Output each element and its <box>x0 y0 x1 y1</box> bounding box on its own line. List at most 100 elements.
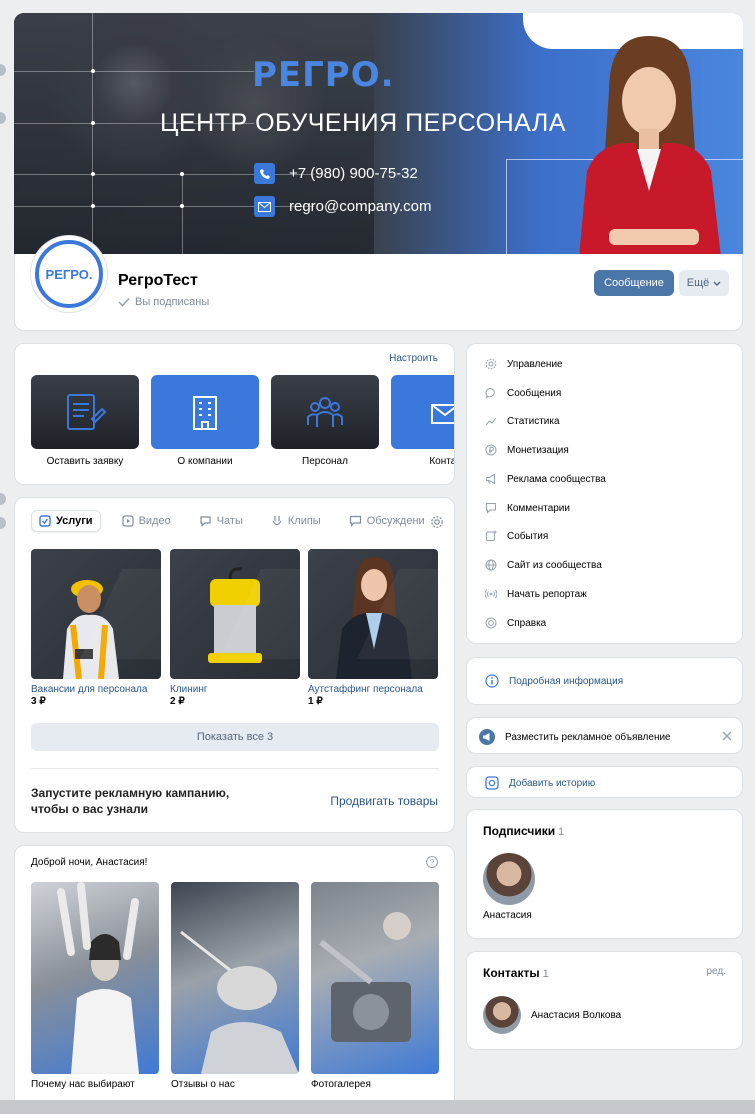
content-tabs: Услуги Видео Чаты Клипы Обсуждени <box>31 510 432 532</box>
contacts-title[interactable]: Контакты 1 <box>483 966 549 980</box>
contacts-count: 1 <box>542 968 549 980</box>
form-icon <box>67 394 107 430</box>
message-button[interactable]: Сообщение <box>594 270 674 296</box>
cover-phone-row: +7 (980) 900-75-32 <box>254 163 418 184</box>
story-label: Отзывы о нас <box>171 1079 235 1090</box>
menu-item-label: Сообщения <box>507 387 562 399</box>
grid-dot <box>91 69 95 73</box>
ad-block: Разместить рекламное объявление <box>466 717 743 754</box>
promote-products-link[interactable]: Продвигать товары <box>330 794 438 808</box>
cover-title: ЦЕНТР ОБУЧЕНИЯ ПЕРСОНАЛА <box>160 109 566 137</box>
megaphone-icon <box>486 473 495 485</box>
edit-contacts-link[interactable]: ред. <box>706 966 726 977</box>
discussion-icon <box>349 515 361 527</box>
menu-item-monetization[interactable]: Монетизация <box>485 444 569 456</box>
tile-leave-request[interactable] <box>31 375 139 449</box>
menu-item-messages[interactable]: Сообщения <box>485 387 561 399</box>
menu-item-stats[interactable]: Статистика <box>485 415 560 427</box>
play-icon <box>121 515 134 527</box>
avatar[interactable] <box>483 996 521 1034</box>
product-card-outstaffing[interactable] <box>308 549 438 679</box>
engine-workshop-photo <box>319 912 411 1042</box>
tab-discussions[interactable]: Обсуждени <box>342 510 432 532</box>
story-reviews[interactable] <box>171 882 299 1074</box>
menu-item-broadcast[interactable]: Начать репортаж <box>485 588 587 600</box>
menu-item-label: Монетизация <box>507 444 569 456</box>
menu-item-label: Комментарии <box>507 502 570 514</box>
ruble-icon <box>485 444 497 456</box>
tile-staff[interactable] <box>271 375 379 449</box>
building-icon <box>193 396 217 430</box>
community-avatar[interactable]: РЕГРО. <box>31 236 107 312</box>
details-link[interactable]: Подробная информация <box>485 674 623 688</box>
product-price: 1 ₽ <box>308 696 323 707</box>
grid-line <box>92 13 93 257</box>
globe-icon <box>485 559 497 571</box>
gear-icon <box>485 358 497 370</box>
menu-item-label: Управление <box>507 358 563 370</box>
add-story-block: Добавить историю <box>466 766 743 798</box>
close-icon[interactable] <box>722 731 732 741</box>
help-icon[interactable]: ? <box>426 856 438 868</box>
comment-icon <box>486 503 496 514</box>
services-block: Услуги Видео Чаты Клипы Обсуждени Ваканс… <box>14 497 455 833</box>
cover-email-row: regro@company.com <box>254 196 432 217</box>
story-gallery[interactable] <box>311 882 439 1074</box>
product-name[interactable]: Аутстаффинг персонала <box>308 684 423 695</box>
tile-label: О компании <box>177 456 233 467</box>
product-card-vacancies[interactable] <box>31 549 161 679</box>
contacts-block: Контакты 1 ред. Анастасия Волкова <box>466 951 743 1050</box>
tile-label: Персонал <box>302 456 348 467</box>
cover-banner: РЕГРО. ЦЕНТР ОБУЧЕНИЯ ПЕРСОНАЛА +7 (980)… <box>14 13 743 257</box>
people-icon <box>307 397 343 427</box>
menu-item-site[interactable]: Сайт из сообщества <box>485 559 602 571</box>
greeting-text: Доброй ночи, Анастасия! <box>31 857 148 868</box>
avatar[interactable] <box>483 853 535 905</box>
megaphone-icon <box>479 729 495 745</box>
menu-item-ads[interactable]: Реклама сообщества <box>485 473 606 485</box>
tile-about-company[interactable] <box>151 375 259 449</box>
story-why-us[interactable] <box>31 882 159 1074</box>
tab-clips[interactable]: Клипы <box>264 510 328 532</box>
place-ad-link[interactable]: Разместить рекламное объявление <box>479 729 671 745</box>
cover-phone: +7 (980) 900-75-32 <box>289 165 418 182</box>
tab-video[interactable]: Видео <box>115 510 178 532</box>
tab-services[interactable]: Услуги <box>31 510 101 532</box>
subscription-status[interactable]: Вы подписаны <box>118 296 209 308</box>
community-name: РегроТест <box>118 272 198 289</box>
grid-dot <box>91 204 95 208</box>
show-all-button[interactable]: Показать все 3 <box>31 723 439 751</box>
menu-item-events[interactable]: События <box>485 530 548 542</box>
tab-label: Видео <box>138 515 171 527</box>
add-story-link[interactable]: Добавить историю <box>485 776 595 790</box>
gear-icon[interactable] <box>430 515 444 529</box>
tile-contacts[interactable] <box>391 375 454 449</box>
grid-dot <box>91 121 95 125</box>
menu-item-manage[interactable]: Управление <box>485 358 563 370</box>
menu-item-help[interactable]: Справка <box>485 617 546 629</box>
setup-link[interactable]: Настроить <box>389 353 438 364</box>
product-card-cleaning[interactable] <box>170 549 300 679</box>
subscribers-title[interactable]: Подписчики 1 <box>483 824 564 838</box>
checkmark-icon <box>118 297 130 307</box>
menu-item-comments[interactable]: Комментарии <box>485 502 570 514</box>
product-name[interactable]: Клининг <box>170 684 208 695</box>
avatar-logo: РЕГРО. <box>35 240 103 308</box>
grid-line <box>182 174 183 257</box>
clips-icon <box>272 516 282 526</box>
more-button[interactable]: Ещё <box>679 270 729 296</box>
contact-name[interactable]: Анастасия Волкова <box>531 1010 621 1021</box>
menu-item-label: События <box>507 530 549 542</box>
side-dot <box>0 112 6 124</box>
tab-chats[interactable]: Чаты <box>192 510 250 532</box>
subscription-status-label: Вы подписаны <box>135 296 210 308</box>
phone-icon <box>254 163 275 184</box>
place-ad-label: Разместить рекламное объявление <box>505 731 671 743</box>
side-dot <box>0 64 6 76</box>
subscribers-block: Подписчики 1 Анастасия <box>466 809 743 939</box>
details-label: Подробная информация <box>509 675 624 687</box>
product-price: 3 ₽ <box>31 696 46 707</box>
product-name[interactable]: Вакансии для персонала <box>31 684 147 695</box>
subscriber-name[interactable]: Анастасия <box>483 910 532 921</box>
bottom-scroll-area <box>0 1100 755 1114</box>
